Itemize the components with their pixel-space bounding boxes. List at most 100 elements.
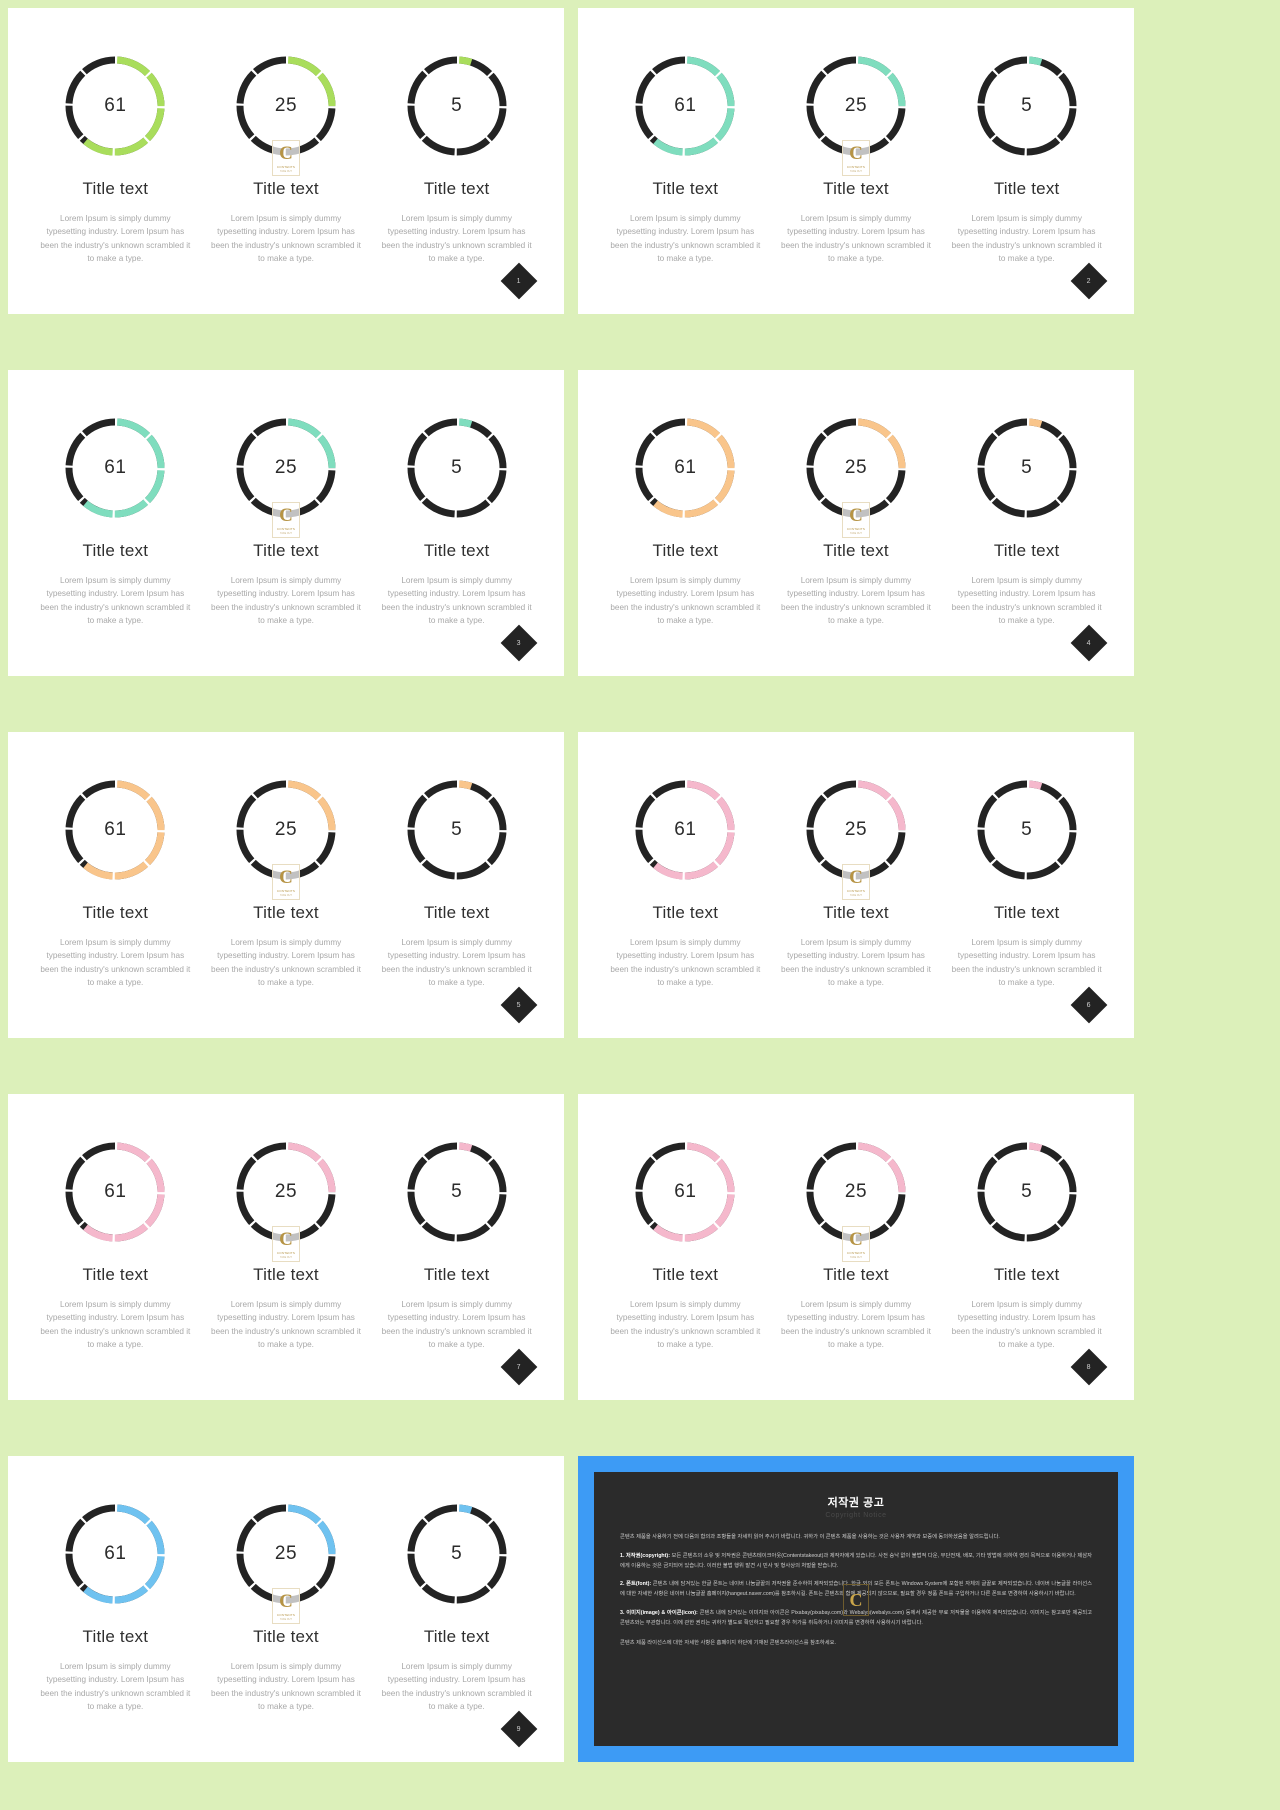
donut-value-label: 5: [451, 457, 463, 478]
chart-row: 61 Title text Lorem Ipsum is simply dummy …: [578, 1094, 1134, 1351]
copyright-item: 1. 저작권(copyright): 모든 콘텐츠의 소유 및 저작권은 콘텐츠…: [620, 1552, 1092, 1572]
copyright-watermark: C: [843, 1584, 869, 1616]
donut-value-label: 5: [1021, 457, 1033, 478]
slide-number-badge: 7: [500, 1348, 538, 1386]
donut-wrapper: 5: [403, 1500, 511, 1608]
donut-value-label: 61: [104, 457, 127, 478]
chart-item-title: Title text: [823, 541, 889, 560]
donut-value-label: 25: [844, 1181, 868, 1202]
chart-item-title: Title text: [993, 179, 1060, 198]
watermark-line1: CONTENTS: [846, 888, 866, 893]
chart-item: 5 Title text Lorem Ipsum is simply dummy t…: [947, 414, 1107, 627]
chart-item-title: Title text: [652, 179, 719, 198]
slide-deck-grid: 61 Title text Lorem Ipsum is simply dummy …: [0, 0, 1280, 1810]
chart-item-description: Lorem Ipsum is simply dummy typesetting …: [211, 1300, 361, 1349]
slide-number-badge: 5: [500, 986, 538, 1024]
donut-value-label: 25: [274, 1543, 298, 1564]
donut-value-label: 61: [674, 457, 697, 478]
donut-wrapper: 61: [61, 1500, 169, 1608]
chart-item-title: Title text: [423, 1265, 490, 1284]
chart-item-title: Title text: [82, 1627, 149, 1646]
donut-value-label: 25: [274, 457, 298, 478]
copyright-footer: 콘텐츠 제품 라이선스에 대한 자세한 사항은 홈페이지 하단에 기재된 콘텐츠…: [620, 1639, 836, 1646]
watermark-line1: CONTENTS: [846, 526, 866, 531]
watermark-line2: TAKE OUT: [280, 1617, 292, 1621]
donut-value-label: 5: [1021, 95, 1033, 116]
chart-item-description: Lorem Ipsum is simply dummy typesetting …: [211, 1662, 361, 1711]
chart-item-description: Lorem Ipsum is simply dummy typesetting …: [40, 938, 191, 987]
donut-value-label: 61: [104, 819, 127, 840]
chart-item: 5 Title text Lorem Ipsum is simply dummy t…: [377, 1138, 537, 1351]
copyright-panel: 저작권 공고 Copyright Notice 콘텐츠 제품을 사용하기 전에 다음…: [594, 1472, 1118, 1746]
chart-slide: 61 Title text Lorem Ipsum is simply dummy …: [8, 1094, 564, 1400]
copyright-title: 저작권 공고: [827, 1497, 885, 1509]
donut-value-label: 61: [674, 1181, 697, 1202]
slide-number: 6: [1087, 1001, 1091, 1009]
slide-number: 2: [1087, 277, 1091, 285]
chart-item-title: Title text: [823, 1265, 889, 1284]
chart-row: 61 Title text Lorem Ipsum is simply dummy …: [8, 370, 564, 627]
chart-item-title: Title text: [82, 903, 149, 922]
donut-wrapper: 5: [403, 1138, 511, 1246]
donut-wrapper: 25: [232, 414, 340, 522]
chart-item-title: Title text: [993, 903, 1060, 922]
slide-number: 9: [517, 1725, 521, 1733]
chart-item-title: Title text: [253, 179, 319, 198]
donut-value-label: 61: [104, 1543, 127, 1564]
donut-wrapper: 25: [802, 776, 910, 884]
slide-number: 3: [517, 639, 521, 647]
donut-value-label: 5: [451, 1181, 463, 1202]
watermark-line2: TAKE OUT: [280, 893, 292, 897]
donut-value-label: 5: [451, 95, 463, 116]
chart-item-description: Lorem Ipsum is simply dummy typesetting …: [610, 938, 761, 987]
chart-item: 61 Title text Lorem Ipsum is simply dummy …: [605, 776, 765, 989]
chart-item-description: Lorem Ipsum is simply dummy typesetting …: [781, 938, 931, 987]
copyright-item-text: 모든 콘텐츠의 소유 및 저작권은 콘텐츠테이크아웃(Contentstakeo…: [620, 1552, 1092, 1569]
donut-value-label: 5: [1021, 819, 1033, 840]
copyright-intro: 콘텐츠 제품을 사용하기 전에 다음의 합의과 조항들을 자세히 읽어 주시기 …: [620, 1534, 1000, 1540]
watermark-line1: CONTENTS: [276, 526, 296, 531]
donut-value-label: 25: [844, 95, 868, 116]
chart-item: 5 Title text Lorem Ipsum is simply dummy t…: [947, 52, 1107, 265]
chart-item-description: Lorem Ipsum is simply dummy typesetting …: [610, 1300, 761, 1349]
donut-wrapper: 25: [802, 52, 910, 160]
chart-row: 61 Title text Lorem Ipsum is simply dummy …: [578, 8, 1134, 265]
chart-slide: 61 Title text Lorem Ipsum is simply dummy …: [578, 370, 1134, 676]
watermark-line1: CONTENTS: [276, 888, 296, 893]
donut-value-label: 25: [274, 1181, 298, 1202]
chart-item-title: Title text: [652, 903, 719, 922]
chart-item: 5 Title text Lorem Ipsum is simply dummy t…: [947, 776, 1107, 989]
chart-item: 25 Title text Lorem Ipsum is simply dummy …: [206, 776, 366, 989]
donut-wrapper: 25: [232, 1138, 340, 1246]
copyright-subtitle: Copyright Notice: [825, 1512, 887, 1519]
watermark-line1: CONTENTS: [276, 164, 296, 169]
chart-item-title: Title text: [82, 541, 149, 560]
chart-row: 61 Title text Lorem Ipsum is simply dummy …: [578, 732, 1134, 989]
chart-item: 25 Title text Lorem Ipsum is simply dummy …: [206, 414, 366, 627]
chart-item-description: Lorem Ipsum is simply dummy typesetting …: [40, 1300, 191, 1349]
copyright-item-label: 1. 저작권(copyright):: [620, 1552, 670, 1559]
copyright-watermark-letter: C: [849, 1590, 863, 1610]
watermark-line2: TAKE OUT: [850, 169, 862, 173]
chart-item-title: Title text: [423, 903, 490, 922]
chart-item-description: Lorem Ipsum is simply dummy typesetting …: [951, 938, 1102, 987]
donut-wrapper: 61: [631, 1138, 739, 1246]
slide-number-badge: 6: [1070, 986, 1108, 1024]
chart-slide: 61 Title text Lorem Ipsum is simply dummy …: [8, 732, 564, 1038]
donut-wrapper: 25: [802, 414, 910, 522]
chart-item-description: Lorem Ipsum is simply dummy typesetting …: [381, 214, 532, 263]
watermark-line1: CONTENTS: [276, 1612, 296, 1617]
chart-item-description: Lorem Ipsum is simply dummy typesetting …: [211, 214, 361, 263]
donut-value-label: 61: [674, 95, 697, 116]
donut-wrapper: 5: [973, 52, 1081, 160]
slide-number-badge: 8: [1070, 1348, 1108, 1386]
chart-row: 61 Title text Lorem Ipsum is simply dummy …: [578, 370, 1134, 627]
donut-wrapper: 61: [61, 414, 169, 522]
chart-slide: 61 Title text Lorem Ipsum is simply dummy …: [578, 8, 1134, 314]
chart-item: 61 Title text Lorem Ipsum is simply dummy …: [605, 414, 765, 627]
slide-number-badge: 2: [1070, 262, 1108, 300]
chart-item-description: Lorem Ipsum is simply dummy typesetting …: [781, 1300, 931, 1349]
chart-item: 25 Title text Lorem Ipsum is simply dummy …: [206, 52, 366, 265]
copyright-item-label: 3. 이미지(image) & 아이콘(icon):: [620, 1609, 698, 1616]
chart-item-title: Title text: [993, 541, 1060, 560]
